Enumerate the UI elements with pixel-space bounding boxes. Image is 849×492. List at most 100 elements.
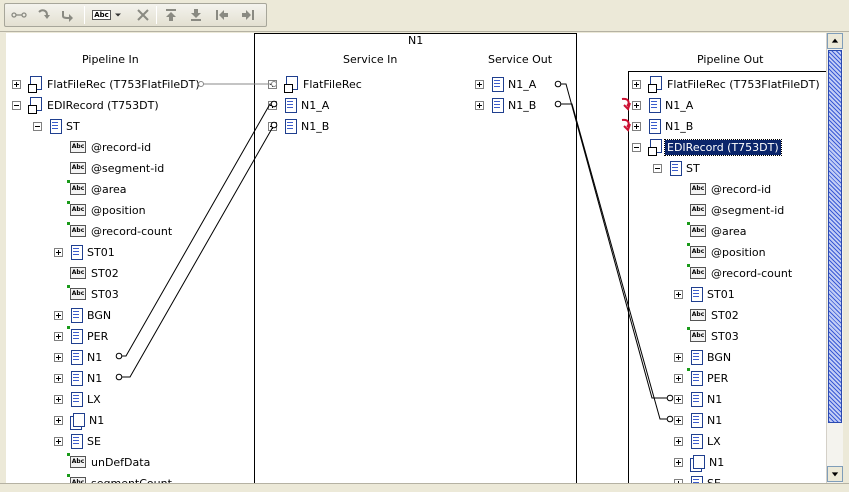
collapse-icon[interactable] [33,122,42,131]
expand-icon[interactable] [12,80,21,89]
pipeline-out-node[interactable]: N1 [690,453,726,472]
delete-link-icon[interactable] [133,5,153,25]
toolbar-separator [156,6,157,24]
pipeline-in-node[interactable]: N1 [70,411,106,430]
document-reference-icon [28,76,42,93]
expand-icon[interactable] [54,248,63,257]
pipeline-in-node[interactable]: Abc segmentCount [67,474,174,483]
document-icon [70,245,83,260]
service-out-node[interactable]: N1_A [491,75,538,93]
document-icon [49,119,62,134]
scroll-up-button[interactable] [827,33,843,49]
pipeline-out-node[interactable]: N1_B [648,117,695,135]
document-icon [70,434,83,449]
pipeline-out-node[interactable]: N1 [690,390,724,408]
expand-icon[interactable] [54,311,63,320]
pipeline-out-node[interactable]: SE [690,474,723,483]
pipeline-out-node[interactable]: Abc @position [687,243,768,261]
expand-icon[interactable] [475,80,484,89]
collapse-icon[interactable] [632,143,641,152]
string-field-icon: Abc [67,201,86,216]
service-in-title: Service In [343,53,398,66]
pipeline-out-node[interactable]: Abc @record-id [690,180,773,198]
shift-left-icon[interactable] [212,5,232,25]
document-icon [67,326,83,344]
pipeline-in-node[interactable]: N1 [70,348,104,366]
expand-icon[interactable] [674,395,683,404]
pipeline-out-node[interactable]: PER [687,368,730,387]
pipeline-in-node[interactable]: BGN [70,306,113,324]
pipeline-out-node[interactable]: FlatFileRec (T753FlatFileDT) [648,75,822,93]
expand-icon[interactable] [674,458,683,467]
pipeline-in-node[interactable]: N1 [70,369,104,387]
pipeline-in-node[interactable]: Abc @record-id [70,138,153,156]
service-in-node[interactable]: N1_A [284,96,331,114]
pipeline-out-node[interactable]: N1_A [648,96,695,114]
pipeline-in-node[interactable]: Abc unDefData [67,453,152,471]
set-value-icon[interactable]: Abc [89,5,125,25]
pipeline-out-node[interactable]: LX [690,432,723,450]
expand-icon[interactable] [475,101,484,110]
shift-right-icon[interactable] [238,5,258,25]
service-name-title: N1 [408,34,424,47]
document-reference-icon [28,97,42,114]
service-out-node[interactable]: N1_B [491,96,538,114]
pipeline-out-node[interactable]: Abc @area [687,222,749,240]
pipeline-in-node[interactable]: Abc @area [67,180,129,198]
pipeline-in-node[interactable]: FlatFileRec (T753FlatFileDT) [28,75,202,93]
expand-icon[interactable] [632,80,641,89]
pipeline-in-node[interactable]: Abc @record-count [67,222,174,240]
scroll-thumb[interactable] [828,50,842,423]
pipeline-in-node[interactable]: PER [67,326,110,345]
expand-icon[interactable] [54,353,63,362]
pipeline-out-node[interactable]: Abc @record-count [687,264,794,282]
pipeline-in-node[interactable]: EDIRecord (T753DT) [28,96,161,114]
service-in-node[interactable]: FlatFileRec [284,75,364,93]
document-icon [648,98,661,113]
pipeline-in-node[interactable]: ST [49,117,82,135]
expand-icon[interactable] [54,395,63,404]
service-in-node[interactable]: N1_B [284,117,331,135]
pipeline-in-node[interactable]: Abc @segment-id [70,159,166,177]
shift-up-icon[interactable] [161,5,181,25]
expand-icon[interactable] [54,374,63,383]
node-label: ST03 [711,329,739,343]
expand-icon[interactable] [674,416,683,425]
pipeline-out-title: Pipeline Out [697,53,764,66]
pipeline-in-node[interactable]: Abc ST02 [70,264,121,282]
pipeline-out-node[interactable]: ST01 [690,285,737,303]
step-over-icon[interactable] [34,5,54,25]
collapse-icon[interactable] [653,164,662,173]
link-icon[interactable] [9,5,29,25]
collapse-icon[interactable] [12,101,21,110]
pipeline-in-node[interactable]: Abc @position [67,201,148,219]
document-icon [648,119,661,134]
expand-icon[interactable] [674,290,683,299]
expand-icon[interactable] [268,122,277,131]
pipeline-out-node[interactable]: ST [669,159,702,177]
shift-down-icon[interactable] [186,5,206,25]
expand-icon[interactable] [674,353,683,362]
expand-icon[interactable] [54,416,63,425]
pipeline-out-node[interactable]: EDIRecord (T753DT) [648,138,782,156]
expand-icon[interactable] [54,437,63,446]
pipeline-in-node[interactable]: Abc ST03 [67,285,121,303]
pipeline-in-node[interactable]: LX [70,390,103,408]
pipeline-canvas[interactable]: Pipeline In N1 Service In Service Out Pi… [6,33,826,483]
pipeline-out-node[interactable]: Abc ST02 [690,306,741,324]
expand-icon[interactable] [674,437,683,446]
expand-icon[interactable] [268,80,277,89]
scroll-down-button[interactable] [827,466,843,482]
expand-icon[interactable] [268,101,277,110]
pipeline-out-node[interactable]: Abc @segment-id [690,201,786,219]
pipeline-in-node[interactable]: SE [70,432,103,450]
pipeline-out-node[interactable]: N1 [690,411,724,429]
horizontal-scrollbar[interactable] [0,483,849,492]
pipeline-in-node[interactable]: ST01 [70,243,117,261]
vertical-scrollbar[interactable] [826,33,843,483]
pipeline-out-node[interactable]: BGN [690,348,733,366]
expand-icon[interactable] [54,332,63,341]
expand-icon[interactable] [674,374,683,383]
pipeline-out-node[interactable]: Abc ST03 [687,327,741,345]
step-into-icon[interactable] [58,5,78,25]
